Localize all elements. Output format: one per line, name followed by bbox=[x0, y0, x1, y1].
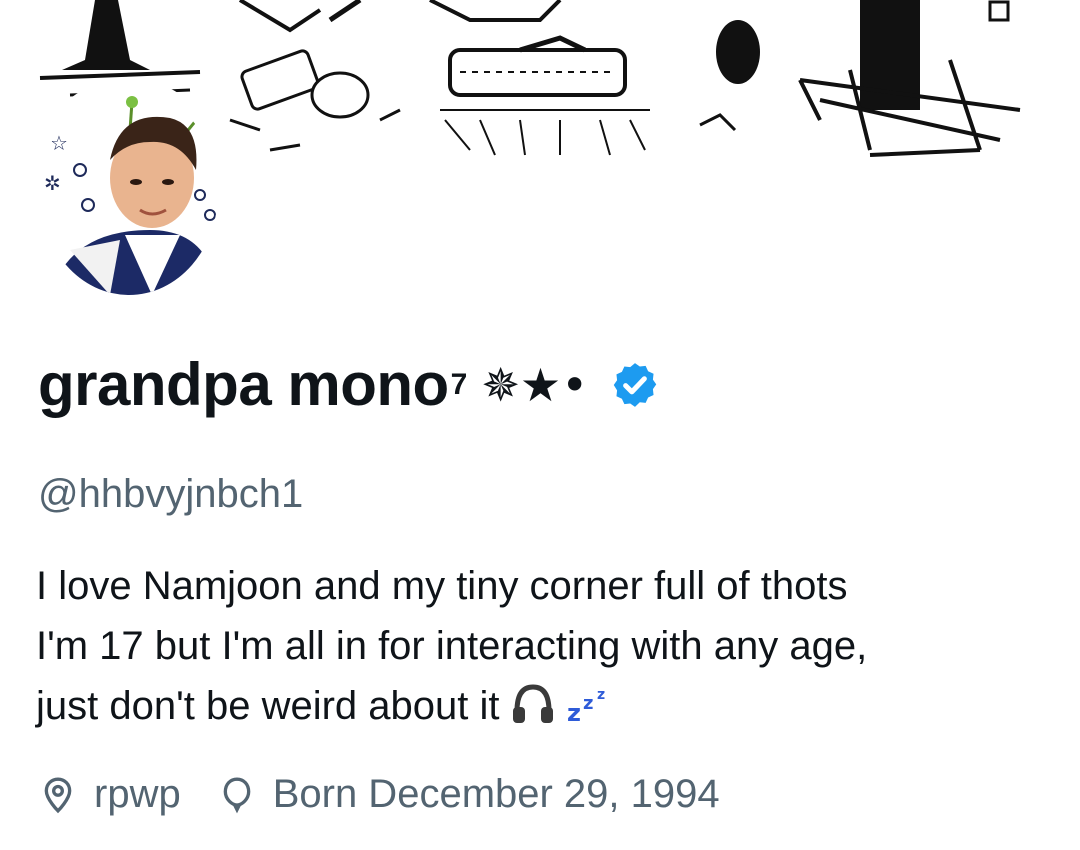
profile-meta: rpwp Born December 29, 1994 bbox=[38, 772, 756, 817]
avatar[interactable]: ☆ ✲ ✲ bbox=[40, 90, 218, 295]
balloon-icon bbox=[223, 776, 251, 813]
bio-line-1: I love Namjoon and my tiny corner full o… bbox=[36, 564, 848, 608]
zzz-icon: z z z bbox=[567, 687, 605, 725]
display-name-superscript: 7 bbox=[450, 367, 468, 401]
bio-line-3: just don't be weird about it z z z bbox=[36, 676, 1046, 736]
username-handle: @hhbvyjnbch1 bbox=[38, 472, 304, 516]
bio-line-2: I'm 17 but I'm all in for interacting wi… bbox=[36, 624, 868, 668]
svg-text:z: z bbox=[583, 693, 593, 714]
headphone-icon bbox=[513, 684, 554, 723]
bio-line-3-text: just don't be weird about it bbox=[36, 684, 500, 728]
birthday-text: Born December 29, 1994 bbox=[272, 772, 720, 816]
svg-text:z: z bbox=[567, 699, 581, 725]
profile-bio: I love Namjoon and my tiny corner full o… bbox=[36, 556, 1046, 736]
verified-badge-icon[interactable] bbox=[610, 360, 660, 410]
svg-text:z: z bbox=[597, 687, 605, 703]
location-pin-icon bbox=[44, 776, 72, 813]
name-decoration: ✵★• bbox=[481, 358, 588, 412]
svg-text:✲: ✲ bbox=[44, 171, 61, 195]
name-decoration-text: ✵★• bbox=[481, 357, 589, 412]
avatar-image: ☆ ✲ ✲ bbox=[40, 90, 218, 295]
birthday-item: Born December 29, 1994 bbox=[217, 772, 720, 817]
location-text: rpwp bbox=[94, 772, 181, 816]
location-item: rpwp bbox=[38, 772, 181, 817]
display-name-row: grandpa mono 7 ✵★• bbox=[38, 350, 660, 419]
display-name: grandpa mono bbox=[38, 351, 449, 418]
